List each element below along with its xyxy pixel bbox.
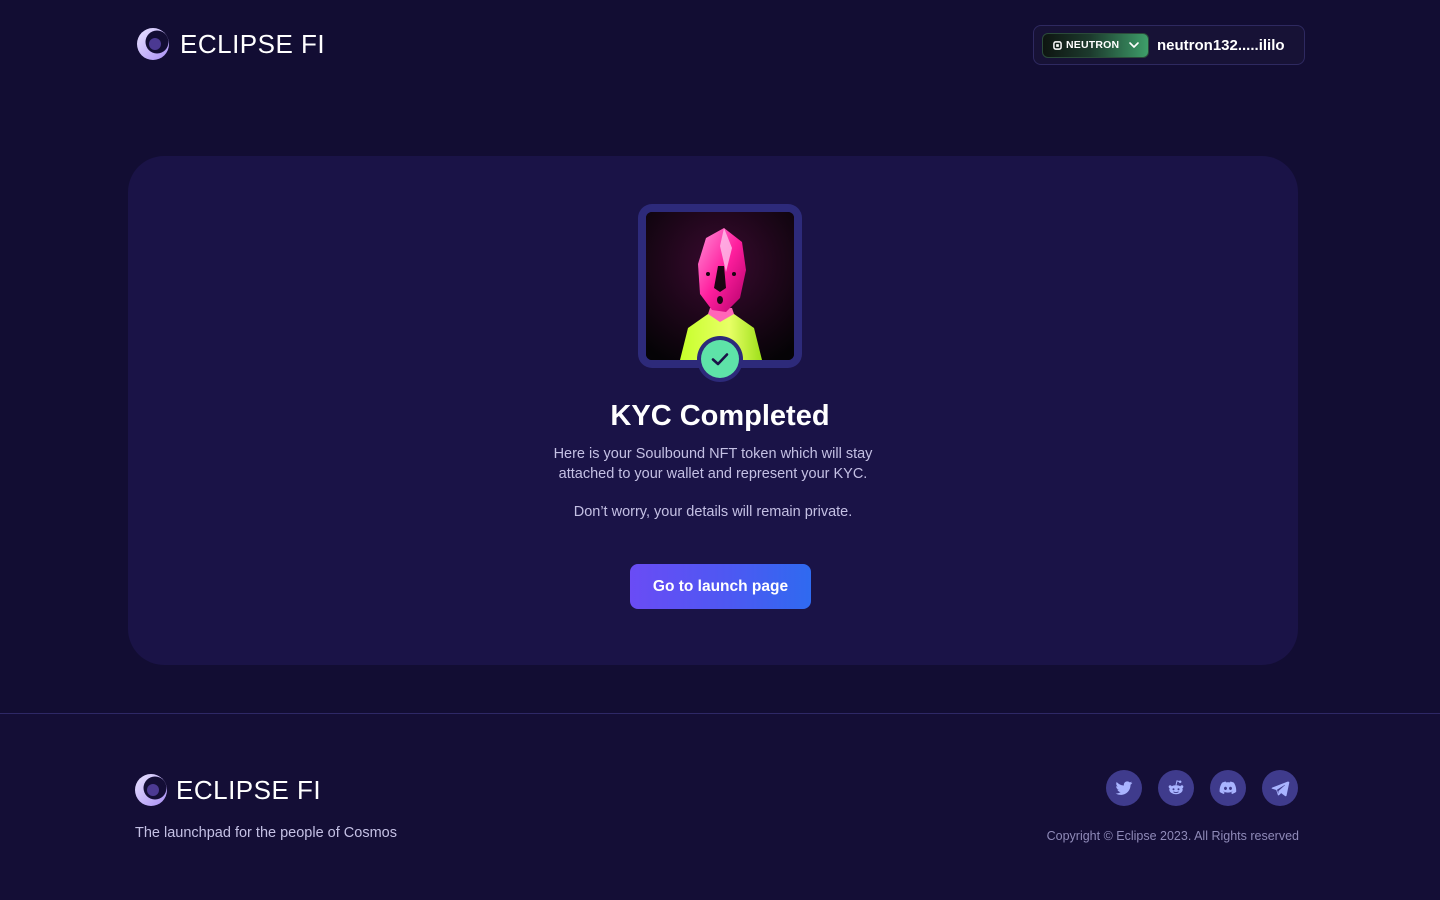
footer-tagline: The launchpad for the people of Cosmos [135, 825, 397, 841]
discord-icon [1219, 781, 1237, 794]
neutron-icon [1053, 40, 1062, 50]
brand-name: ECLIPSE FI [180, 28, 326, 59]
reddit-link[interactable] [1158, 770, 1194, 806]
chevron-down-icon [1129, 42, 1139, 48]
reddit-icon [1168, 780, 1184, 795]
footer-brand-name: ECLIPSE FI [176, 774, 322, 805]
twitter-icon [1115, 781, 1133, 795]
go-to-launch-page-button[interactable]: Go to launch page [630, 564, 811, 609]
kyc-description: Here is your Soulbound NFT token which w… [128, 444, 1298, 484]
eclipse-logo-icon [135, 774, 167, 806]
header-logo[interactable]: ECLIPSE FI [136, 26, 325, 62]
eclipse-logo-icon [137, 28, 169, 60]
check-icon [711, 353, 729, 366]
kyc-description-line-1: Here is your Soulbound NFT token which w… [553, 446, 873, 462]
telegram-link[interactable] [1262, 770, 1298, 806]
chain-label: NEUTRON [1066, 39, 1120, 51]
footer-logo[interactable]: ECLIPSE FI [134, 772, 321, 808]
footer: ECLIPSE FI The launchpad for the people … [0, 714, 1440, 900]
social-links [1106, 770, 1298, 806]
kyc-title: KYC Completed [610, 400, 830, 432]
kyc-description-line-2: attached to your wallet and represent yo… [558, 466, 868, 482]
copyright: Copyright © Eclipse 2023. All Rights res… [1046, 829, 1299, 843]
page: ECLIPSE FI NEUTRON neutron132.....ililo [0, 0, 1440, 900]
header: ECLIPSE FI NEUTRON neutron132.....ililo [0, 0, 1440, 90]
privacy-note: Don’t worry, your details will remain pr… [573, 504, 853, 520]
telegram-icon [1271, 781, 1290, 797]
kyc-card: KYC Completed Here is your Soulbound NFT… [128, 156, 1298, 665]
discord-link[interactable] [1210, 770, 1246, 806]
wallet-widget[interactable]: NEUTRON neutron132.....ililo [1033, 25, 1305, 65]
chain-selector[interactable]: NEUTRON [1042, 32, 1149, 58]
check-badge [697, 336, 743, 382]
twitter-link[interactable] [1106, 770, 1142, 806]
wallet-address[interactable]: neutron132.....ililo [1157, 37, 1285, 54]
check-circle [701, 340, 739, 378]
